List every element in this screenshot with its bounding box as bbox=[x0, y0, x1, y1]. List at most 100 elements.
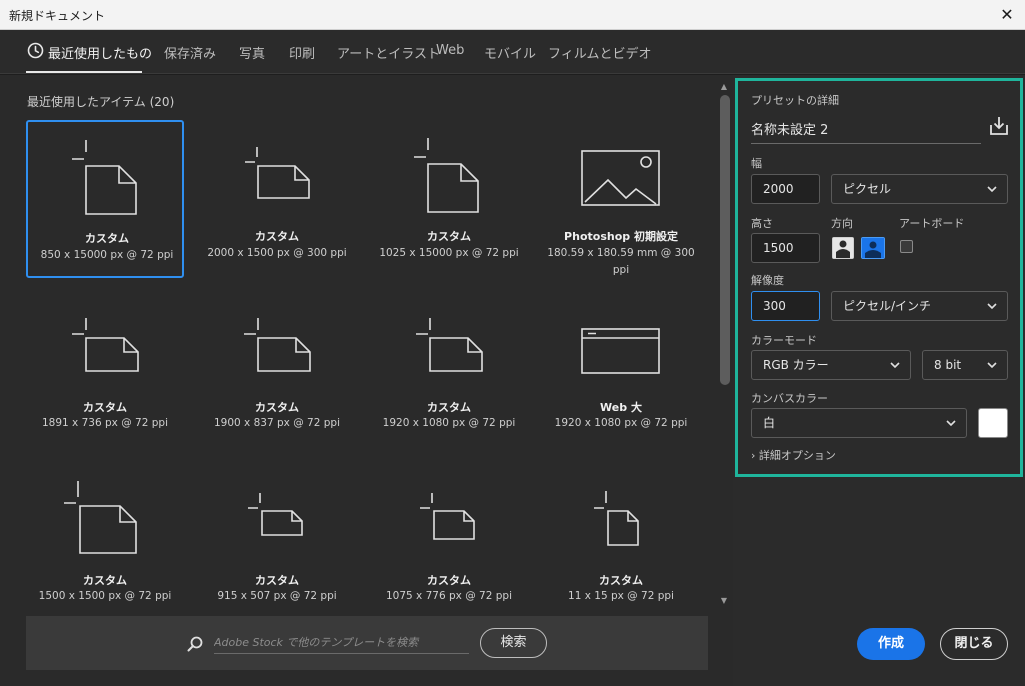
recent-item-info: 1900 x 837 px @ 72 ppi bbox=[214, 417, 340, 429]
chevron-down-icon bbox=[946, 420, 956, 427]
recent-item-4[interactable]: Photoshop 初期設定 180.59 x 180.59 mm @ 300 … bbox=[542, 120, 700, 278]
recent-item-name: カスタム bbox=[255, 401, 299, 414]
recent-item-name: カスタム bbox=[427, 230, 471, 243]
recent-item-info: 1500 x 1500 px @ 72 ppi bbox=[38, 590, 172, 602]
landscape-orientation-icon[interactable] bbox=[861, 237, 885, 259]
web-browser-icon bbox=[581, 328, 660, 374]
document-landscape-icon bbox=[245, 147, 310, 199]
recent-item-7[interactable]: カスタム 1920 x 1080 px @ 72 ppi bbox=[370, 293, 528, 451]
recent-item-name: カスタム bbox=[83, 574, 127, 587]
recent-item-name: カスタム bbox=[255, 230, 299, 243]
document-square-icon bbox=[64, 481, 137, 554]
recent-item-info: 1891 x 736 px @ 72 ppi bbox=[42, 417, 168, 429]
tab-photo[interactable]: 写真 bbox=[239, 43, 265, 62]
save-preset-icon[interactable] bbox=[988, 115, 1010, 137]
scroll-down-arrow-icon[interactable]: ▼ bbox=[718, 595, 730, 607]
document-landscape-icon bbox=[416, 318, 483, 372]
recent-item-info: 1075 x 776 px @ 72 ppi bbox=[386, 590, 512, 602]
bit-depth-value: 8 bit bbox=[934, 358, 962, 372]
active-tab-indicator bbox=[26, 71, 142, 73]
recent-item-5[interactable]: カスタム 1891 x 736 px @ 72 ppi bbox=[26, 293, 184, 451]
recent-item-6[interactable]: カスタム 1900 x 837 px @ 72 ppi bbox=[198, 293, 356, 451]
scroll-up-arrow-icon[interactable]: ▲ bbox=[718, 81, 730, 93]
tab-recent[interactable]: 最近使用したもの bbox=[48, 43, 152, 62]
recent-items-pane: 最近使用したアイテム (20) カスタム 850 x 15000 px @ 72… bbox=[0, 75, 733, 686]
recent-item-name: Web 大 bbox=[600, 401, 642, 414]
recent-item-info: 850 x 15000 px @ 72 ppi bbox=[40, 249, 174, 261]
recent-item-name: カスタム bbox=[599, 574, 643, 587]
document-landscape-icon bbox=[72, 318, 139, 372]
tab-print[interactable]: 印刷 bbox=[289, 43, 315, 62]
close-button[interactable]: 閉じる bbox=[940, 628, 1008, 660]
tab-art-illustration[interactable]: アートとイラスト bbox=[337, 43, 440, 62]
recent-item-name: カスタム bbox=[427, 574, 471, 587]
recent-item-name: カスタム bbox=[85, 232, 129, 245]
bit-depth-select[interactable]: 8 bit bbox=[922, 350, 1008, 380]
search-button[interactable]: 検索 bbox=[480, 628, 547, 658]
canvas-color-value: 白 bbox=[763, 416, 776, 430]
tab-saved[interactable]: 保存済み bbox=[164, 43, 216, 62]
recent-item-name: カスタム bbox=[255, 574, 299, 587]
chevron-down-icon bbox=[987, 362, 997, 369]
recent-item-10[interactable]: カスタム 915 x 507 px @ 72 ppi bbox=[198, 465, 356, 623]
window-title: 新規ドキュメント bbox=[9, 9, 106, 23]
color-mode-value: RGB カラー bbox=[763, 358, 829, 372]
color-mode-select[interactable]: RGB カラー bbox=[751, 350, 911, 380]
recent-item-2[interactable]: カスタム 2000 x 1500 px @ 300 ppi bbox=[198, 120, 356, 278]
document-landscape-small-icon bbox=[420, 493, 475, 540]
recent-item-12[interactable]: カスタム 11 x 15 px @ 72 ppi bbox=[542, 465, 700, 623]
height-label: 高さ bbox=[751, 217, 773, 230]
template-search-input[interactable] bbox=[214, 632, 469, 654]
chevron-down-icon bbox=[890, 362, 900, 369]
recent-item-11[interactable]: カスタム 1075 x 776 px @ 72 ppi bbox=[370, 465, 528, 623]
preset-details-title: プリセットの詳細 bbox=[751, 94, 839, 107]
resolution-input[interactable]: 300 bbox=[751, 291, 820, 321]
document-name-underline bbox=[751, 143, 981, 144]
image-icon bbox=[581, 150, 660, 206]
resolution-unit-value: ピクセル/インチ bbox=[843, 299, 932, 313]
tab-mobile[interactable]: モバイル bbox=[484, 43, 536, 62]
search-icon bbox=[187, 636, 203, 652]
width-unit-select[interactable]: ピクセル bbox=[831, 174, 1008, 204]
document-portrait-icon bbox=[414, 138, 479, 213]
chevron-right-icon: › bbox=[751, 449, 756, 462]
canvas-color-swatch[interactable] bbox=[978, 408, 1008, 438]
category-tabs: 最近使用したもの 保存済み 写真 印刷 アートとイラスト Web モバイル フィ… bbox=[0, 30, 1025, 74]
advanced-options-toggle[interactable]: › 詳細オプション bbox=[751, 447, 836, 463]
advanced-options-label: 詳細オプション bbox=[758, 449, 836, 462]
clock-icon bbox=[27, 42, 44, 59]
create-button[interactable]: 作成 bbox=[857, 628, 925, 660]
recent-item-info: 915 x 507 px @ 72 ppi bbox=[217, 590, 337, 602]
width-input[interactable]: 2000 bbox=[751, 174, 820, 204]
resolution-label: 解像度 bbox=[751, 274, 784, 287]
width-label: 幅 bbox=[751, 157, 762, 170]
recent-item-9[interactable]: カスタム 1500 x 1500 px @ 72 ppi bbox=[26, 465, 184, 623]
width-unit-value: ピクセル bbox=[843, 182, 892, 196]
recent-item-info: 1920 x 1080 px @ 72 ppi bbox=[382, 417, 516, 429]
template-search-bar: 検索 bbox=[26, 616, 708, 670]
canvas-color-label: カンバスカラー bbox=[751, 392, 828, 405]
recent-item-info: 2000 x 1500 px @ 300 ppi bbox=[207, 247, 347, 259]
scrollbar-thumb[interactable] bbox=[720, 95, 730, 385]
preset-details-pane: プリセットの詳細 名称未設定 2 幅 2000 ピクセル 高さ 方向 アートボー… bbox=[733, 75, 1025, 686]
recent-item-name: Photoshop 初期設定 bbox=[564, 230, 678, 243]
canvas-color-select[interactable]: 白 bbox=[751, 408, 967, 438]
document-name-field[interactable]: 名称未設定 2 bbox=[751, 119, 828, 138]
artboard-label: アートボード bbox=[899, 217, 965, 230]
resolution-unit-select[interactable]: ピクセル/インチ bbox=[831, 291, 1008, 321]
recent-item-3[interactable]: カスタム 1025 x 15000 px @ 72 ppi bbox=[370, 120, 528, 278]
tab-film-video[interactable]: フィルムとビデオ bbox=[548, 43, 651, 62]
orientation-label: 方向 bbox=[831, 217, 853, 230]
recent-item-info: 1025 x 15000 px @ 72 ppi bbox=[379, 247, 519, 259]
artboard-checkbox[interactable] bbox=[900, 240, 913, 253]
recent-item-name: カスタム bbox=[83, 401, 127, 414]
window-close-button[interactable]: ✕ bbox=[995, 3, 1019, 27]
tab-web[interactable]: Web bbox=[436, 43, 464, 58]
recent-item-8[interactable]: Web 大 1920 x 1080 px @ 72 ppi bbox=[542, 293, 700, 451]
portrait-orientation-icon[interactable] bbox=[832, 237, 854, 259]
recent-item-1[interactable]: カスタム 850 x 15000 px @ 72 ppi bbox=[26, 120, 184, 278]
color-mode-label: カラーモード bbox=[751, 334, 817, 347]
document-portrait-icon bbox=[72, 140, 137, 215]
height-input[interactable]: 1500 bbox=[751, 233, 820, 263]
recent-items-title: 最近使用したアイテム (20) bbox=[27, 95, 175, 109]
